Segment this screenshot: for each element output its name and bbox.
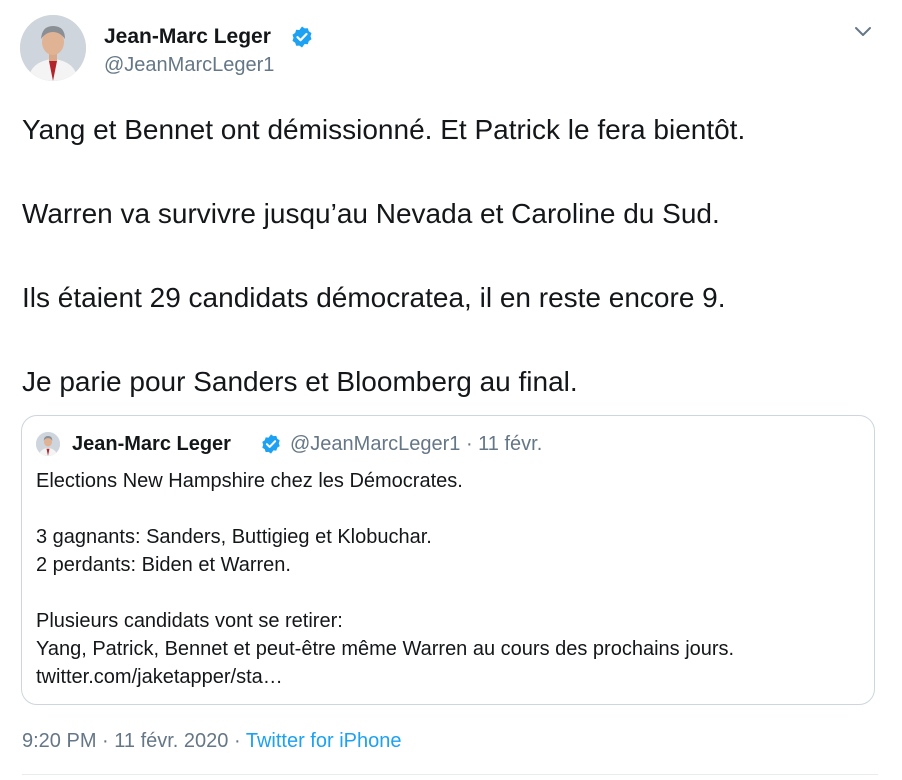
tweet-timestamp[interactable]: 9:20 PM · 11 févr. 2020 [22,730,228,752]
quoted-line: Elections New Hampshire chez les Démocra… [36,470,463,492]
quoted-line: 3 gagnants: Sanders, Buttigieg et Klobuc… [36,526,432,548]
verified-badge-icon [262,434,280,454]
author-handle[interactable]: @JeanMarcLeger1 [104,53,274,77]
tweet-source-link[interactable]: Twitter for iPhone [246,730,402,752]
chevron-down-icon[interactable] [852,24,874,40]
tweet-line: Je parie pour Sanders et Bloomberg au fi… [22,366,578,397]
tweet-line: Ils étaient 29 candidats démocratea, il … [22,282,726,313]
author-name[interactable]: Jean-Marc Leger [104,24,271,50]
quoted-author-name: Jean-Marc Leger [72,433,231,455]
quoted-line: Yang, Patrick, Bennet et peut-être même … [36,638,735,660]
verified-badge-icon [292,26,312,48]
tweet-line: Warren va survivre jusqu’au Nevada et Ca… [22,198,720,229]
tweet-footer: 9:20 PM · 11 févr. 2020 · Twitter for iP… [22,728,401,754]
quoted-line: 2 perdants: Biden et Warren. [36,554,291,576]
quoted-author-avatar [36,432,60,456]
tweet: Jean-Marc Leger @JeanMarcLeger1 Yang et … [0,0,902,780]
author-avatar[interactable] [20,15,86,81]
quoted-line: Plusieurs candidats vont se retirer: [36,610,343,632]
quoted-tweet-card[interactable]: Jean-Marc Leger @JeanMarcLeger1 · 11 fév… [21,415,875,705]
footer-separator: · [228,730,246,752]
quoted-link[interactable]: twitter.com/jaketapper/sta… [36,663,283,691]
quoted-meta: @JeanMarcLeger1 · 11 févr. [290,433,543,455]
tweet-line: Yang et Bennet ont démissionné. Et Patri… [22,114,746,145]
avatar-photo [36,432,60,456]
divider [22,774,878,775]
avatar-photo [20,15,86,81]
